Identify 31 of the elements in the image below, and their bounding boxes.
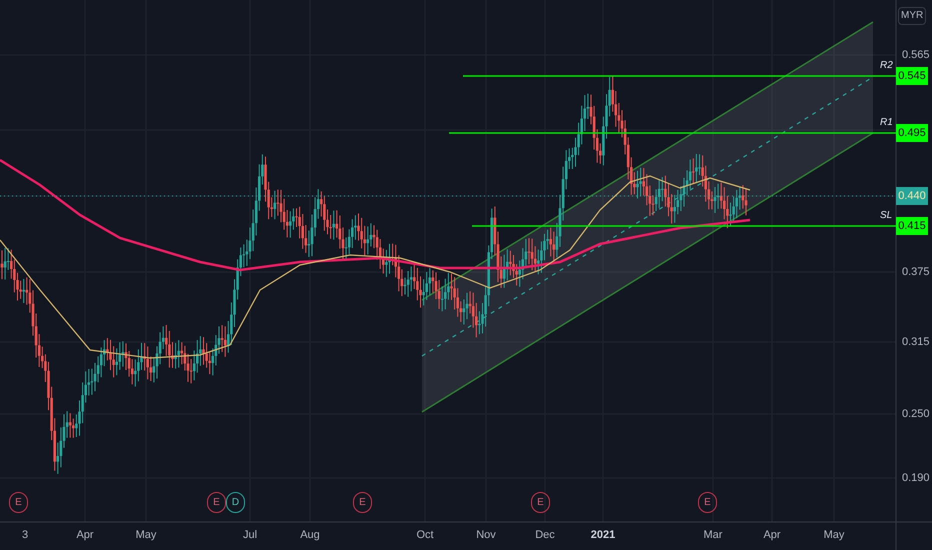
last-price-tag: 0.440 (896, 187, 928, 205)
time-axis-label: 3 (20, 528, 30, 542)
price-tag: 0.495 (896, 124, 928, 142)
price-tag: 0.545 (896, 67, 928, 85)
level-label: R2 (880, 60, 893, 72)
event-marker[interactable]: D (226, 492, 245, 513)
price-tag: 0.415 (896, 217, 928, 235)
event-marker[interactable]: E (531, 492, 550, 513)
event-marker[interactable]: E (353, 492, 372, 513)
event-marker[interactable]: E (698, 492, 717, 513)
time-axis-label: Aug (299, 528, 321, 542)
time-axis-label: Apr (762, 528, 782, 542)
time-axis-label: Oct (415, 528, 435, 542)
level-label: R1 (880, 117, 893, 129)
price-axis-label: 0.190 (902, 471, 930, 485)
time-axis-label: Dec (534, 528, 556, 542)
time-axis-label: 2021 (590, 528, 616, 542)
time-axis-label: Nov (475, 528, 497, 542)
time-axis-label: Mar (702, 528, 724, 542)
time-axis-label: Apr (75, 528, 95, 542)
level-label: SL (880, 210, 892, 222)
event-marker[interactable]: E (9, 492, 28, 513)
price-axis-label: 0.315 (902, 335, 930, 349)
price-axis-label: 0.565 (902, 48, 930, 62)
price-axis-label: 0.250 (902, 407, 930, 421)
time-axis-label: May (822, 528, 846, 542)
price-axis-label: 0.375 (902, 265, 930, 279)
time-axis-label: May (134, 528, 158, 542)
currency-label: MYR (898, 7, 926, 25)
event-marker[interactable]: E (207, 492, 226, 513)
time-axis-label: Jul (242, 528, 258, 542)
